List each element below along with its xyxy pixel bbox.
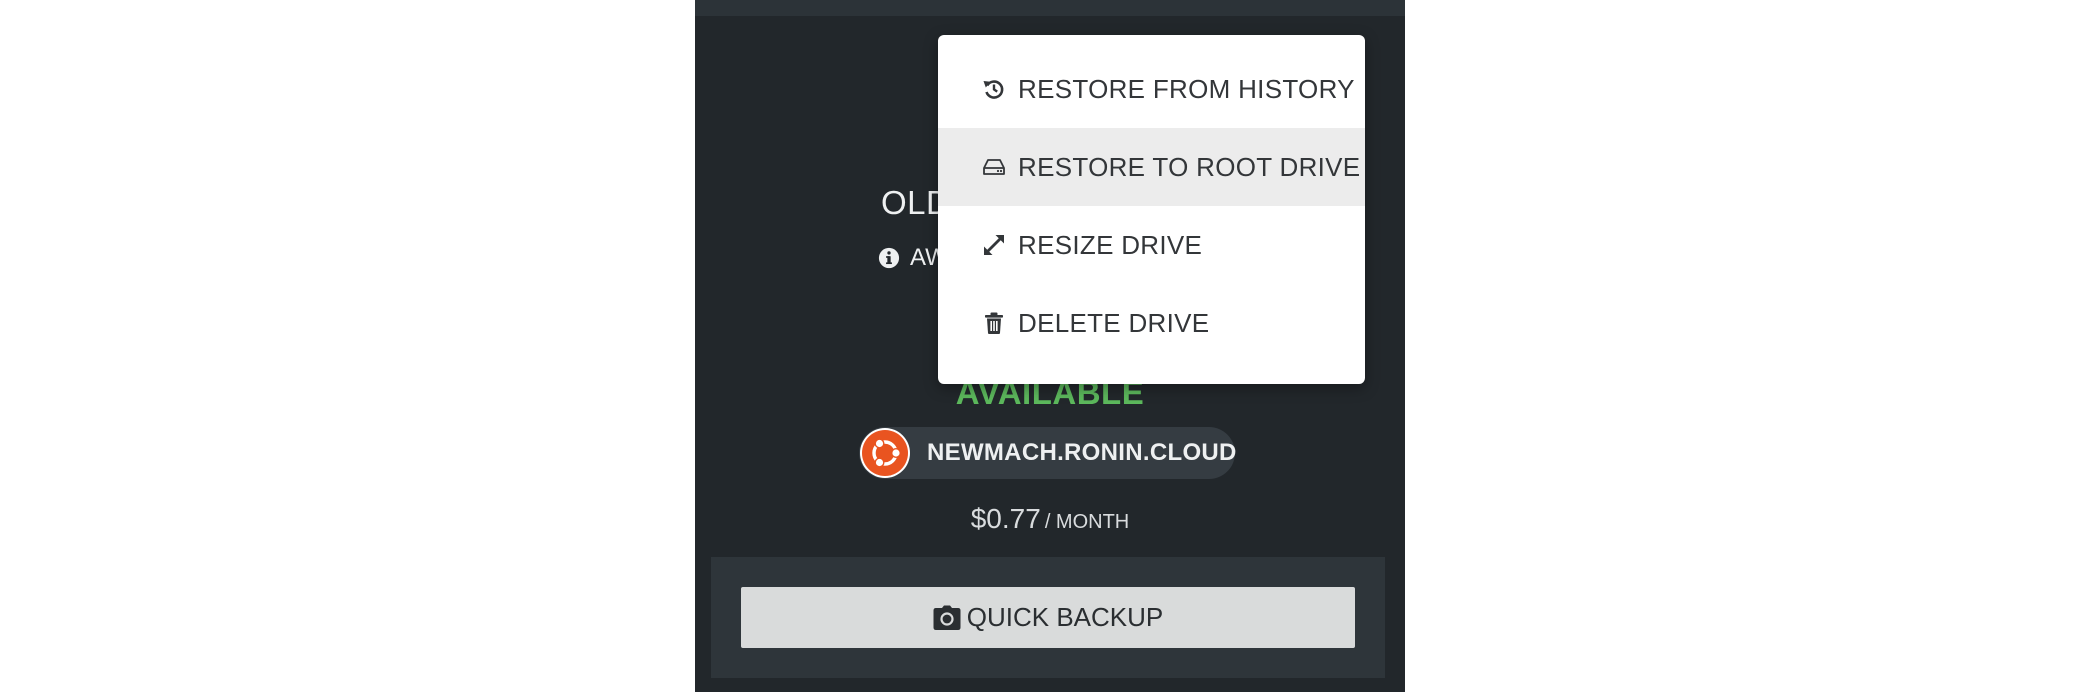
menu-item-label: RESIZE DRIVE (1018, 229, 1203, 260)
menu-item-label: DELETE DRIVE (1018, 307, 1210, 338)
menu-item-delete-drive[interactable]: DELETE DRIVE (938, 284, 1365, 362)
menu-item-restore-to-root-drive[interactable]: RESTORE TO ROOT DRIVE (938, 128, 1365, 206)
price-amount: $0.77 (970, 503, 1041, 534)
attached-machine-chip[interactable]: NEWMACH.RONIN.CLOUD (859, 427, 1237, 479)
price-row: $0.77/ MONTH (695, 503, 1405, 535)
history-icon (983, 80, 1004, 99)
ubuntu-logo-icon (860, 428, 910, 478)
menu-item-resize-drive[interactable]: RESIZE DRIVE (938, 206, 1365, 284)
card-footer: QUICK BACKUP (711, 557, 1385, 678)
expand-arrows-icon (984, 235, 1004, 255)
hard-drive-icon (983, 159, 1005, 175)
quick-backup-button[interactable]: QUICK BACKUP (741, 587, 1355, 648)
card-top-strip (695, 0, 1405, 16)
camera-icon (933, 605, 961, 630)
price-unit: / MONTH (1044, 511, 1130, 533)
menu-item-label: RESTORE TO ROOT DRIVE (1018, 151, 1361, 182)
drive-actions-menu: RESTORE FROM HISTORY RESTORE TO ROOT DRI… (938, 35, 1365, 384)
quick-backup-label: QUICK BACKUP (966, 602, 1164, 632)
trash-icon (985, 312, 1003, 334)
menu-item-label: RESTORE FROM HISTORY (1018, 73, 1355, 104)
machine-name: NEWMACH.RONIN.CLOUD (927, 439, 1237, 466)
menu-item-restore-from-history[interactable]: RESTORE FROM HISTORY (938, 50, 1365, 128)
info-icon (878, 247, 900, 269)
